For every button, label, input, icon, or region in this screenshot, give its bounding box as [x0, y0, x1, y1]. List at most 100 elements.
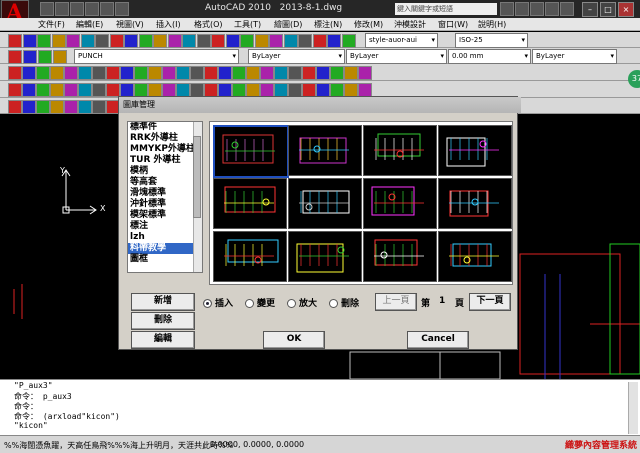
plot-icon[interactable]: [115, 2, 129, 16]
search-input[interactable]: 鍵入關鍵字或短語: [395, 3, 497, 15]
category-list-item[interactable]: 等高套: [128, 177, 202, 188]
menu-window[interactable]: 窗口(W): [438, 19, 468, 30]
toolbar-tool-icon[interactable]: [225, 34, 240, 48]
toolbar-tool-icon[interactable]: [302, 66, 316, 80]
toolbar-tool-icon[interactable]: [218, 83, 232, 97]
scroll-thumb[interactable]: [193, 136, 201, 218]
toolbar-tool-icon[interactable]: [260, 83, 274, 97]
communication-icon[interactable]: [530, 2, 544, 16]
lineweight-combo[interactable]: 0.00 mm: [448, 49, 531, 64]
toolbar-tool-icon[interactable]: [316, 83, 330, 97]
toolbar-tool-icon[interactable]: [211, 34, 225, 48]
command-window[interactable]: "P_aux3" 命令： p_aux3 命令： 命令： (arxload"kic…: [0, 379, 640, 435]
menu-die-design[interactable]: 沖模設計: [394, 19, 426, 30]
toolbar-tool-icon[interactable]: [22, 83, 36, 97]
category-list-item[interactable]: 標注: [128, 221, 202, 232]
category-list-item[interactable]: TUR 外導柱: [128, 155, 202, 166]
thumbnail-cell[interactable]: [288, 231, 362, 282]
toolbar-tool-icon[interactable]: [204, 83, 218, 97]
toolbar-tool-icon[interactable]: [50, 66, 64, 80]
thumbnail-cell[interactable]: [213, 178, 287, 229]
thumbnail-cell[interactable]: [363, 231, 437, 282]
menu-insert[interactable]: 插入(I): [156, 19, 181, 30]
category-list-item[interactable]: 沖針標準: [128, 199, 202, 210]
toolbar-tool-icon[interactable]: [341, 34, 356, 48]
toolbar-tool-icon[interactable]: [260, 66, 274, 80]
toolbar-tool-icon[interactable]: [254, 34, 269, 48]
toolbar-tool-icon[interactable]: [95, 34, 109, 48]
category-list-item[interactable]: 模架標準: [128, 210, 202, 221]
toolbar-tool-icon[interactable]: [51, 34, 66, 48]
toolbar-tool-icon[interactable]: [204, 66, 218, 80]
redo-icon[interactable]: [100, 2, 114, 16]
delete-button[interactable]: 刪除: [131, 312, 195, 330]
toolbar-tool-icon[interactable]: [358, 83, 372, 97]
side-badge[interactable]: 37: [628, 70, 640, 88]
thumbnail-cell[interactable]: [438, 231, 512, 282]
toolbar-tool-icon[interactable]: [92, 100, 106, 114]
toolbar-tool-icon[interactable]: [288, 83, 302, 97]
toolbar-tool-icon[interactable]: [8, 34, 22, 48]
toolbar-tool-icon[interactable]: [298, 34, 312, 48]
toolbar-tool-icon[interactable]: [66, 34, 80, 48]
toolbar-tool-icon[interactable]: [274, 66, 288, 80]
color-combo[interactable]: ByLayer: [248, 49, 345, 64]
toolbar-tool-icon[interactable]: [182, 34, 196, 48]
menu-modify[interactable]: 修改(M): [354, 19, 383, 30]
toolbar-tool-icon[interactable]: [22, 66, 36, 80]
toolbar-tool-icon[interactable]: [134, 83, 148, 97]
toolbar-tool-icon[interactable]: [8, 66, 22, 80]
dim-style-combo[interactable]: ISO-25: [455, 33, 528, 48]
toolbar-tool-icon[interactable]: [124, 34, 138, 48]
menu-edit[interactable]: 編輯(E): [76, 19, 103, 30]
category-list-item[interactable]: 滑塊標準: [128, 188, 202, 199]
toolbar-tool-icon[interactable]: [162, 83, 176, 97]
close-button[interactable]: ×: [618, 2, 634, 17]
thumbnail-cell[interactable]: [363, 178, 437, 229]
menu-tools[interactable]: 工具(T): [234, 19, 261, 30]
toolbar-tool-icon[interactable]: [153, 34, 167, 48]
menu-format[interactable]: 格式(O): [194, 19, 223, 30]
toolbar-tool-icon[interactable]: [218, 66, 232, 80]
toolbar-tool-icon[interactable]: [330, 66, 344, 80]
menu-dimension[interactable]: 標注(N): [314, 19, 342, 30]
toolbar-tool-icon[interactable]: [106, 66, 120, 80]
toolbar-tool-icon[interactable]: [240, 34, 254, 48]
toolbar-tool-icon[interactable]: [78, 100, 92, 114]
toolbar-tool-icon[interactable]: [288, 66, 302, 80]
toolbar-tool-icon[interactable]: [50, 100, 64, 114]
toolbar-tool-icon[interactable]: [78, 66, 92, 80]
toolbar-tool-icon[interactable]: [80, 34, 95, 48]
toolbar-tool-icon[interactable]: [190, 66, 204, 80]
menu-view[interactable]: 視圖(V): [116, 19, 144, 30]
toolbar-tool-icon[interactable]: [53, 50, 67, 64]
toolbar-tool-icon[interactable]: [316, 66, 330, 80]
toolbar-tool-icon[interactable]: [36, 66, 50, 80]
thumbnail-cell[interactable]: [288, 125, 362, 176]
plot-style-combo[interactable]: ByLayer: [532, 49, 617, 64]
toolbar-tool-icon[interactable]: [283, 34, 298, 48]
toolbar-tool-icon[interactable]: [302, 83, 316, 97]
star-icon[interactable]: [545, 2, 559, 16]
radio-zoom[interactable]: 放大: [287, 296, 317, 309]
thumbnail-grid[interactable]: [209, 121, 513, 285]
new-file-icon[interactable]: [40, 2, 54, 16]
toolbar-tool-icon[interactable]: [106, 83, 120, 97]
category-list-item[interactable]: 圖框: [128, 254, 202, 265]
thumbnail-cell[interactable]: [213, 125, 289, 178]
toolbar-tool-icon[interactable]: [162, 66, 176, 80]
subscription-icon[interactable]: [515, 2, 529, 16]
toolbar-tool-icon[interactable]: [120, 66, 134, 80]
toolbar-tool-icon[interactable]: [312, 34, 327, 48]
toolbar-tool-icon[interactable]: [92, 66, 106, 80]
menu-help[interactable]: 說明(H): [478, 19, 506, 30]
command-scrollbar[interactable]: [628, 382, 638, 434]
cancel-button[interactable]: Cancel: [407, 331, 469, 349]
toolbar-tool-icon[interactable]: [64, 100, 78, 114]
radio-delete[interactable]: 刪除: [329, 296, 359, 309]
toolbar-tool-icon[interactable]: [167, 34, 182, 48]
category-list-item[interactable]: RRK外導柱: [128, 133, 202, 144]
toolbar-tool-icon[interactable]: [358, 66, 372, 80]
category-list-item[interactable]: MMYKP外導柱: [128, 144, 202, 155]
toolbar-tool-icon[interactable]: [138, 34, 153, 48]
